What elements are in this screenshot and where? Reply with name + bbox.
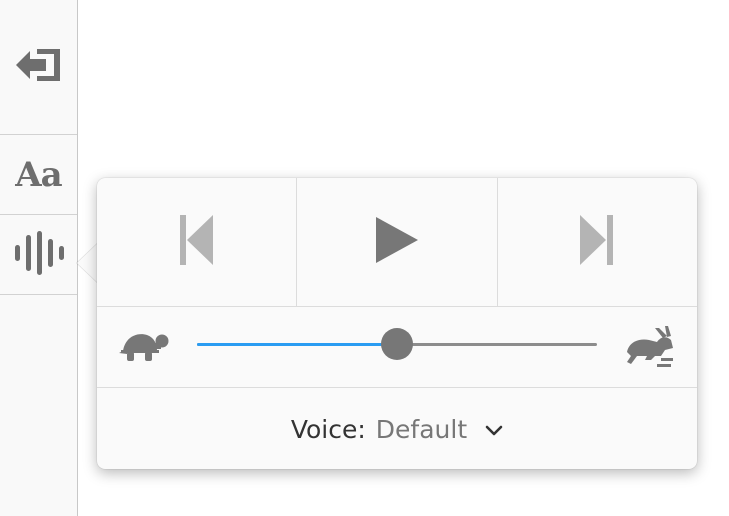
- skip-forward-button[interactable]: [496, 178, 697, 306]
- voice-value: Default: [375, 414, 468, 444]
- skip-back-button[interactable]: [97, 178, 296, 306]
- rate-row: [97, 307, 697, 388]
- reader-toolbar: Aa: [0, 0, 78, 516]
- turtle-icon: [119, 329, 169, 369]
- skip-forward-icon: [580, 215, 614, 269]
- rate-slider-thumb[interactable]: [381, 328, 413, 360]
- skip-back-icon: [179, 215, 214, 269]
- exit-reader-button[interactable]: [0, 0, 77, 135]
- voice-label: Voice:: [290, 414, 366, 444]
- font-settings-label: Aa: [15, 154, 62, 195]
- popup-arrow: [77, 243, 98, 283]
- chevron-down-icon: [485, 425, 503, 437]
- rabbit-icon: [625, 326, 675, 372]
- narrate-waveform-icon: [14, 230, 64, 279]
- playback-controls: [97, 178, 697, 307]
- narrate-popup: Voice: Default: [97, 178, 697, 469]
- rate-slider[interactable]: [197, 325, 597, 365]
- rate-slider-fill: [197, 343, 397, 346]
- play-icon: [375, 217, 418, 267]
- play-button[interactable]: [296, 178, 496, 306]
- font-settings-button[interactable]: Aa: [0, 135, 77, 215]
- narrate-button[interactable]: [0, 215, 77, 295]
- exit-reader-icon: [15, 47, 62, 87]
- voice-selector[interactable]: Voice: Default: [97, 389, 697, 469]
